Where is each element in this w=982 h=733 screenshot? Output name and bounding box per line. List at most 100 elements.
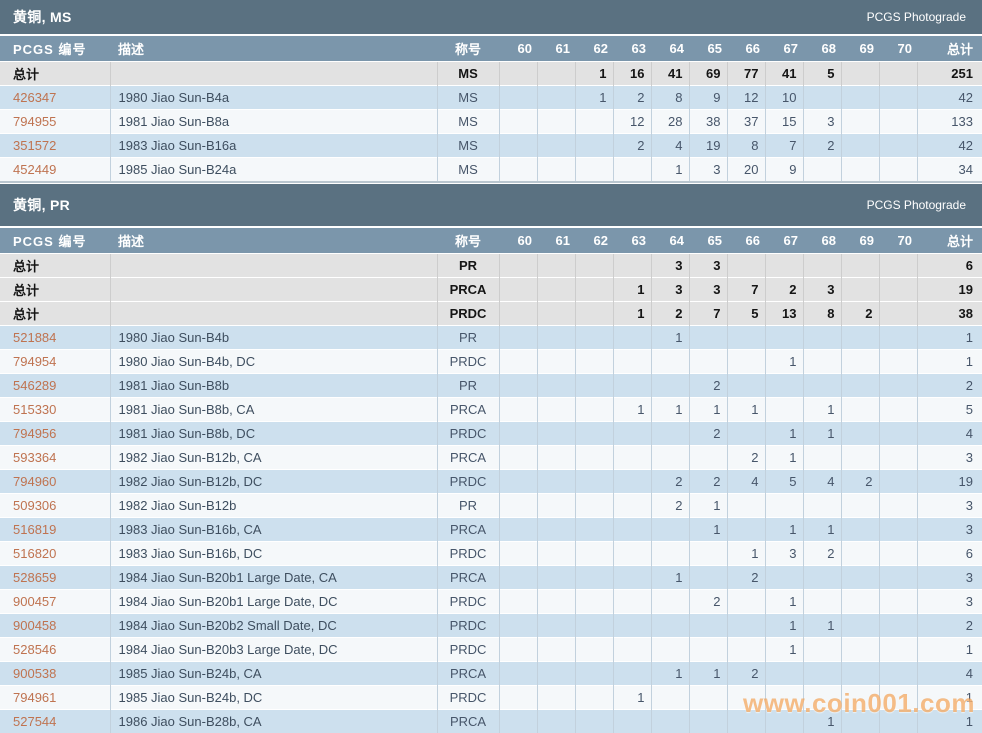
grade-cell [612, 493, 651, 518]
grade-total-cell: 3 [688, 253, 727, 278]
grade-cell [612, 709, 651, 733]
grade-cell: 2 [650, 493, 689, 518]
grade-cell [764, 685, 803, 710]
pcgs-number-link[interactable]: 900458 [13, 618, 56, 633]
pcgs-number-link[interactable]: 521884 [13, 330, 56, 345]
grade-cell [840, 85, 879, 110]
pcgs-number-link[interactable]: 593364 [13, 450, 56, 465]
grade-cell [726, 517, 765, 542]
header-description: 描述 [110, 228, 437, 254]
pcgs-number-link[interactable]: 351572 [13, 138, 56, 153]
grade-cell [840, 373, 879, 398]
pcgs-number-link[interactable]: 794960 [13, 474, 56, 489]
grade-cell [650, 421, 689, 446]
grade-cell [612, 421, 651, 446]
designation-cell: MS [436, 109, 499, 134]
header-grade-67: 67 [765, 228, 803, 254]
coin-description: 1982 Jiao Sun-B12b, CA [109, 445, 437, 470]
designation-cell: PRDC [436, 589, 499, 614]
pcgs-number-link[interactable]: 794956 [13, 426, 56, 441]
coin-description: 1983 Jiao Sun-B16b, DC [109, 541, 437, 566]
total-designation: PR [436, 253, 499, 278]
grade-cell [536, 685, 575, 710]
coin-row: 509306 1982 Jiao Sun-B12b PR 2 1 3 [0, 493, 982, 518]
pcgs-number-link[interactable]: 900457 [13, 594, 56, 609]
pcgs-number-link[interactable]: 516819 [13, 522, 56, 537]
pcgs-number-link[interactable]: 527544 [13, 714, 56, 729]
grade-cell [574, 565, 613, 590]
coin-row: 515330 1981 Jiao Sun-B8b, CA PRCA 1 1 1 1 1 5 [0, 397, 982, 422]
row-total-cell: 2 [916, 613, 982, 638]
grade-cell [536, 637, 575, 662]
coin-row: 900457 1984 Jiao Sun-B20b1 Large Date, DC… [0, 589, 982, 614]
grade-cell: 8 [726, 133, 765, 158]
grade-total-cell: 13 [764, 301, 803, 326]
grade-cell [878, 157, 917, 181]
pcgs-number-link[interactable]: 516820 [13, 546, 56, 561]
designation-cell: PRDC [436, 637, 499, 662]
pcgs-number-cell: 794955 [0, 109, 110, 134]
grade-total-cell [802, 253, 841, 278]
grade-cell: 1 [688, 661, 727, 686]
grade-cell [878, 709, 917, 733]
designation-cell: PRCA [436, 709, 499, 733]
grade-total-cell: 7 [688, 301, 727, 326]
grade-cell: 1 [764, 637, 803, 662]
grade-cell [650, 517, 689, 542]
grade-cell: 20 [726, 157, 765, 181]
pcgs-number-link[interactable]: 528659 [13, 570, 56, 585]
pcgs-number-link[interactable]: 528546 [13, 642, 56, 657]
grade-cell [650, 373, 689, 398]
pcgs-number-link[interactable]: 794954 [13, 354, 56, 369]
pcgs-number-cell: 426347 [0, 85, 110, 110]
grade-cell: 1 [802, 517, 841, 542]
pcgs-number-link[interactable]: 426347 [13, 90, 56, 105]
photograde-link[interactable]: PCGS Photograde [867, 10, 966, 24]
grade-cell: 15 [764, 109, 803, 134]
pcgs-number-link[interactable]: 546289 [13, 378, 56, 393]
total-label: 总计 [0, 277, 110, 302]
grade-total-cell: 2 [840, 301, 879, 326]
pcgs-number-link[interactable]: 452449 [13, 162, 56, 177]
grade-cell [498, 517, 537, 542]
grade-cell [840, 421, 879, 446]
grade-total-cell: 2 [650, 301, 689, 326]
grade-cell: 9 [688, 85, 727, 110]
grade-cell [688, 325, 727, 350]
grade-cell [802, 685, 841, 710]
grade-cell: 1 [650, 157, 689, 181]
grade-cell [574, 685, 613, 710]
row-total-cell: 5 [916, 397, 982, 422]
grade-cell: 2 [726, 565, 765, 590]
grade-cell [574, 517, 613, 542]
header-grade-62: 62 [575, 228, 613, 254]
grade-total-cell [498, 253, 537, 278]
grade-cell: 2 [688, 469, 727, 494]
grade-cell [878, 493, 917, 518]
grade-cell [688, 565, 727, 590]
pcgs-number-link[interactable]: 509306 [13, 498, 56, 513]
photograde-link[interactable]: PCGS Photograde [867, 198, 966, 212]
pcgs-number-cell: 900457 [0, 589, 110, 614]
grade-total-cell [574, 253, 613, 278]
grand-total-cell: 251 [916, 61, 982, 86]
designation-cell: PRDC [436, 541, 499, 566]
pcgs-number-link[interactable]: 794961 [13, 690, 56, 705]
pcgs-number-link[interactable]: 900538 [13, 666, 56, 681]
pcgs-number-link[interactable]: 794955 [13, 114, 56, 129]
grade-cell [574, 109, 613, 134]
grade-cell [498, 493, 537, 518]
designation-cell: PRCA [436, 517, 499, 542]
pcgs-number-link[interactable]: 515330 [13, 402, 56, 417]
grade-cell: 1 [688, 493, 727, 518]
coin-description: 1984 Jiao Sun-B20b1 Large Date, DC [109, 589, 437, 614]
grade-cell [802, 565, 841, 590]
grade-cell [726, 493, 765, 518]
table-title-bar: 黄铜, MS PCGS Photograde [0, 0, 982, 34]
grade-cell: 2 [688, 421, 727, 446]
grade-cell [536, 133, 575, 158]
grade-cell [498, 469, 537, 494]
row-total-cell: 3 [916, 517, 982, 542]
grade-cell: 1 [764, 421, 803, 446]
grade-cell [878, 541, 917, 566]
